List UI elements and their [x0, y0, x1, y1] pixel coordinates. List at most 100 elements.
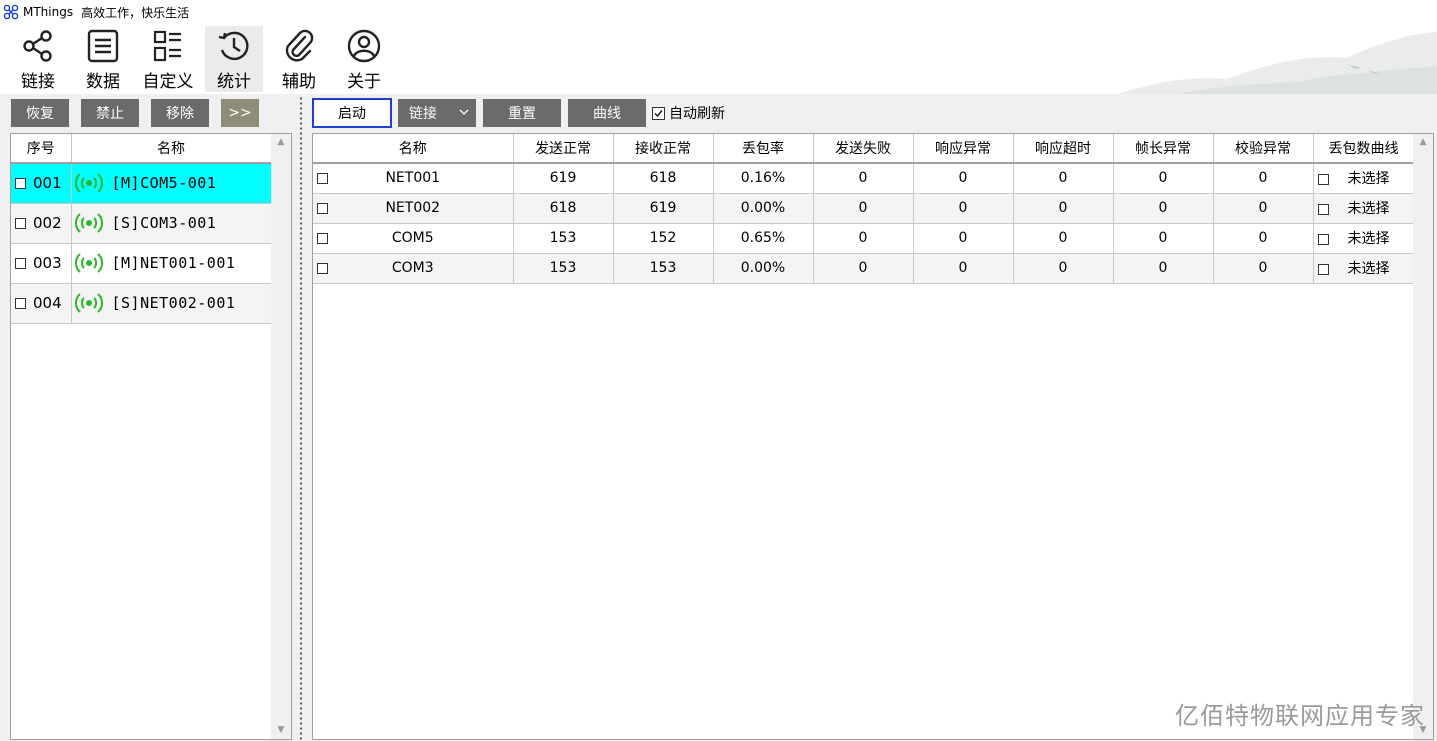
start-button[interactable]: 启动 [312, 98, 392, 128]
table-row[interactable]: 004 [S]NET002-001 [11, 283, 272, 324]
app-slogan: 高效工作，快乐生活 [81, 5, 190, 20]
row-checkbox[interactable] [15, 218, 26, 229]
cell-resp-timeout: 0 [1013, 193, 1114, 224]
toolbar-stats-label: 统计 [217, 72, 251, 92]
table-row[interactable]: COM3 153 153 0.00% 0 0 0 0 0 未选择 [313, 253, 1415, 284]
user-icon [347, 29, 381, 63]
curve-checkbox[interactable] [1317, 203, 1329, 215]
toolbar-link-label: 链接 [21, 72, 55, 92]
cell-recv-ok: 619 [613, 193, 714, 224]
app-logo-icon [3, 4, 19, 20]
cell-recv-ok: 152 [613, 223, 714, 254]
table-row[interactable]: COM5 153 152 0.65% 0 0 0 0 0 未选择 [313, 223, 1415, 254]
title-bar: MThings 高效工作，快乐生活 [0, 0, 1437, 24]
row-checkbox[interactable] [15, 178, 26, 190]
table-row[interactable]: NET002 618 619 0.00% 0 0 0 0 0 未选择 [313, 193, 1415, 224]
restore-button[interactable]: 恢复 [11, 99, 69, 127]
row-name: [M]COM5-001 [111, 174, 217, 193]
cell-loss-rate: 0.65% [713, 223, 814, 254]
expand-button[interactable]: >> [221, 99, 259, 127]
row-name: [M]NET001-001 [111, 254, 236, 272]
header-checksum-error: 校验异常 [1213, 134, 1314, 164]
row-name: [S]NET002-001 [111, 294, 236, 312]
cell-loss-rate: 0.00% [713, 193, 814, 224]
table-row[interactable]: 003 [M]NET001-001 [11, 243, 272, 284]
cell-frame-len-error: 0 [1113, 163, 1214, 194]
cell-curve-status: 未选择 [1347, 201, 1390, 217]
curve-checkbox[interactable] [1317, 263, 1329, 275]
reset-button[interactable]: 重置 [483, 99, 561, 127]
device-list-scrollbar[interactable]: ▲ ▼ [271, 134, 291, 739]
auto-refresh-checkbox[interactable]: 自动刷新 [652, 103, 725, 123]
device-table-header: 序号 名称 [11, 134, 272, 164]
header-frame-len-error: 帧长异常 [1113, 134, 1214, 164]
table-row[interactable]: NET001 619 618 0.16% 0 0 0 0 0 未选择 [313, 163, 1415, 194]
table-row[interactable]: 001 [M]COM5-001 [11, 163, 272, 204]
cell-frame-len-error: 0 [1113, 223, 1214, 254]
row-checkbox[interactable] [317, 202, 328, 214]
wireless-signal-icon [74, 253, 103, 273]
cell-resp-timeout: 0 [1013, 253, 1114, 284]
disable-button[interactable]: 禁止 [81, 99, 139, 127]
clock-history-icon [218, 31, 249, 61]
share-icon [23, 30, 52, 62]
cell-checksum-error: 0 [1213, 193, 1314, 224]
cell-checksum-error: 0 [1213, 163, 1314, 194]
cell-send-fail: 0 [813, 253, 914, 284]
statistics-panel: 名称 发送正常 接收正常 丢包率 发送失败 响应异常 响应超时 帧长异常 校验异… [312, 133, 1434, 740]
row-checkbox[interactable] [317, 173, 328, 184]
cell-checksum-error: 0 [1213, 253, 1314, 284]
row-seq: 001 [33, 174, 62, 193]
curve-checkbox[interactable] [1317, 173, 1329, 185]
statistics-scrollbar[interactable]: ▲ ▼ [1413, 134, 1433, 739]
remove-button[interactable]: 移除 [151, 99, 209, 127]
cell-curve-status: 未选择 [1347, 231, 1390, 247]
row-seq: 002 [33, 214, 62, 232]
cell-resp-error: 0 [913, 163, 1014, 194]
header-name: 名称 [71, 134, 272, 164]
row-checkbox[interactable] [15, 258, 26, 269]
curve-button[interactable]: 曲线 [568, 99, 646, 127]
toolbar-custom[interactable]: 自定义 [138, 26, 198, 92]
watermark-text: 亿佰特物联网应用专家 [1175, 702, 1425, 730]
scroll-up-arrow[interactable]: ▲ [271, 134, 291, 151]
panel-splitter[interactable] [298, 96, 304, 741]
cell-send-fail: 0 [813, 193, 914, 224]
header-resp-error: 响应异常 [913, 134, 1014, 164]
list-icon [87, 29, 119, 63]
auto-refresh-check-box[interactable] [652, 106, 665, 120]
cell-name: NET001 [385, 170, 441, 187]
toolbar-about[interactable]: 关于 [340, 26, 388, 92]
toolbar-link[interactable]: 链接 [14, 26, 62, 92]
cell-send-fail: 0 [813, 163, 914, 194]
cell-recv-ok: 153 [613, 253, 714, 284]
cell-resp-timeout: 0 [1013, 163, 1114, 194]
toolbar-stats[interactable]: 统计 [205, 26, 263, 92]
link-dropdown[interactable]: 链接 [398, 99, 476, 127]
toolbar-assist-label: 辅助 [282, 72, 316, 92]
toolbar-data[interactable]: 数据 [79, 26, 127, 92]
statistics-table: 名称 发送正常 接收正常 丢包率 发送失败 响应异常 响应超时 帧长异常 校验异… [313, 134, 1415, 284]
cell-recv-ok: 618 [613, 163, 714, 194]
cell-resp-timeout: 0 [1013, 223, 1114, 254]
scroll-down-arrow[interactable]: ▼ [271, 722, 291, 739]
toolbar-assist[interactable]: 辅助 [275, 26, 323, 92]
check-icon [654, 109, 663, 117]
row-checkbox[interactable] [15, 298, 26, 309]
cell-name: COM3 [391, 260, 434, 276]
toolbar-custom-label: 自定义 [142, 72, 194, 92]
curve-checkbox[interactable] [1317, 233, 1329, 245]
app-window: MThings 高效工作，快乐生活 链接 数据 自定义 统计 辅助 关于 恢复 … [0, 0, 1437, 741]
table-row[interactable]: 002 [S]COM3-001 [11, 203, 272, 244]
row-checkbox[interactable] [317, 262, 328, 274]
header-send-ok: 发送正常 [513, 134, 614, 164]
scroll-up-arrow[interactable]: ▲ [1413, 134, 1433, 151]
cell-frame-len-error: 0 [1113, 193, 1214, 224]
cell-frame-len-error: 0 [1113, 253, 1214, 284]
cell-resp-error: 0 [913, 223, 1014, 254]
row-checkbox[interactable] [317, 232, 328, 244]
wireless-signal-icon [74, 173, 103, 193]
app-name: MThings [23, 5, 74, 19]
wireless-signal-icon [74, 213, 103, 233]
cell-send-fail: 0 [813, 223, 914, 254]
